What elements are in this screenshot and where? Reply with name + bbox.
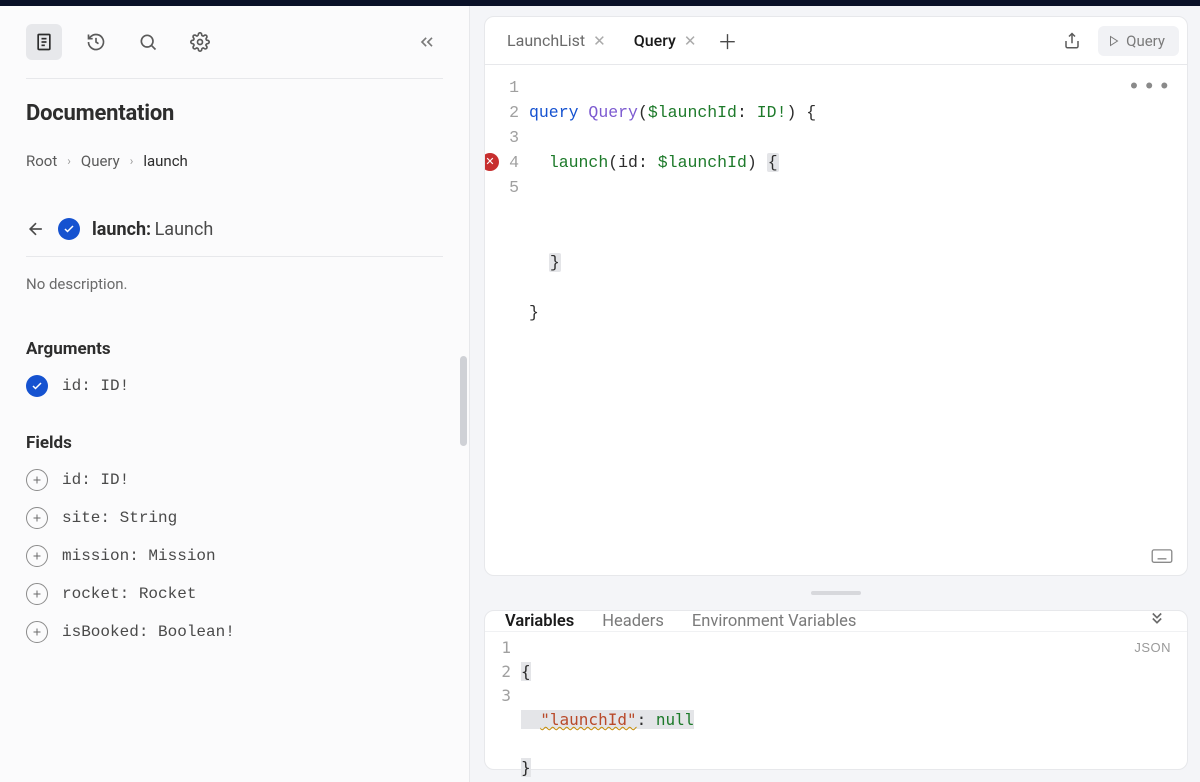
back-arrow-icon[interactable] — [26, 219, 46, 239]
code-content[interactable]: query Query($launchId: ID!) { launch(id:… — [529, 75, 1187, 575]
plus-circle-icon[interactable] — [26, 583, 48, 605]
chevron-down-icon[interactable] — [1147, 611, 1167, 631]
format-tag: JSON — [1134, 636, 1171, 660]
plus-circle-icon[interactable] — [26, 469, 48, 491]
share-icon[interactable] — [1056, 25, 1088, 57]
fields-heading: Fields — [26, 433, 443, 453]
field-signature: site: String — [62, 509, 177, 527]
fields-list: id: ID! site: String mission: Mission ro… — [26, 469, 443, 643]
plus-circle-icon[interactable] — [26, 545, 48, 567]
doc-icon[interactable] — [26, 24, 62, 60]
main-area: LaunchList ✕ Query ✕ ＋ — [470, 6, 1200, 782]
variables-pane: Variables Headers Environment Variables … — [484, 610, 1188, 770]
breadcrumb: Root › Query › launch — [26, 140, 443, 188]
add-tab-button[interactable]: ＋ — [710, 24, 744, 58]
tab-query[interactable]: Query ✕ — [620, 17, 711, 64]
vars-tabs: Variables Headers Environment Variables — [485, 611, 1187, 631]
run-button-label: Query — [1126, 32, 1165, 50]
chevron-right-icon: › — [67, 154, 71, 168]
docs-sidebar: Documentation Root › Query › launch — [0, 6, 470, 782]
breadcrumb-item[interactable]: Root — [26, 152, 57, 170]
tab-headers[interactable]: Headers — [602, 612, 664, 631]
plus-circle-icon[interactable] — [26, 621, 48, 643]
field-heading: launch: Launch — [26, 188, 443, 257]
query-editor-pane: LaunchList ✕ Query ✕ ＋ — [484, 16, 1188, 576]
docs-title: Documentation — [26, 101, 443, 126]
sidebar-scrollbar[interactable] — [460, 356, 467, 446]
sidebar-toolbar — [26, 24, 443, 79]
variables-editor[interactable]: JSON 123 { "launchId": null } — [485, 631, 1187, 782]
field-row[interactable]: rocket: Rocket — [26, 583, 443, 605]
argument-row[interactable]: id: ID! — [26, 375, 443, 397]
keyboard-icon[interactable] — [1151, 549, 1173, 565]
collapse-sidebar-icon[interactable] — [411, 26, 443, 58]
breadcrumb-item[interactable]: Query — [81, 152, 120, 170]
run-query-button[interactable]: Query — [1098, 26, 1179, 56]
tab-variables[interactable]: Variables — [505, 612, 574, 631]
field-row[interactable]: isBooked: Boolean! — [26, 621, 443, 643]
editor-tabs: LaunchList ✕ Query ✕ ＋ — [485, 17, 1187, 65]
tab-env-vars[interactable]: Environment Variables — [692, 612, 857, 631]
field-signature: isBooked: Boolean! — [62, 623, 235, 641]
field-row[interactable]: id: ID! — [26, 469, 443, 491]
query-editor[interactable]: ••• 1 2 3 4 ✕ 5 query Query($launchId: I… — [485, 65, 1187, 575]
field-signature: rocket: Rocket — [62, 585, 196, 603]
close-icon[interactable]: ✕ — [684, 32, 697, 50]
line-gutter: 1 2 3 4 ✕ 5 — [485, 75, 529, 575]
close-icon[interactable]: ✕ — [593, 32, 606, 50]
tab-label: Query — [634, 31, 676, 50]
history-icon[interactable] — [78, 24, 114, 60]
vars-code[interactable]: { "launchId": null } — [521, 636, 1187, 782]
pane-splitter[interactable] — [484, 590, 1188, 596]
arguments-list: id: ID! — [26, 375, 443, 397]
field-type[interactable]: Launch — [155, 219, 214, 240]
arguments-heading: Arguments — [26, 339, 443, 359]
play-icon — [1108, 35, 1120, 47]
no-description-text: No description. — [26, 257, 443, 303]
field-name: launch: — [92, 219, 151, 240]
chevron-right-icon: › — [130, 154, 134, 168]
search-icon[interactable] — [130, 24, 166, 60]
tab-launchlist[interactable]: LaunchList ✕ — [493, 17, 620, 64]
field-row[interactable]: site: String — [26, 507, 443, 529]
error-marker-icon[interactable]: ✕ — [484, 153, 499, 171]
more-icon[interactable]: ••• — [1127, 75, 1173, 100]
plus-circle-icon[interactable] — [26, 507, 48, 529]
gear-icon[interactable] — [182, 24, 218, 60]
check-circle-icon[interactable] — [58, 218, 80, 240]
argument-signature: id: ID! — [62, 377, 129, 395]
field-row[interactable]: mission: Mission — [26, 545, 443, 567]
vars-gutter: 123 — [485, 636, 521, 782]
tab-label: LaunchList — [507, 31, 585, 50]
field-signature: mission: Mission — [62, 547, 216, 565]
check-circle-icon[interactable] — [26, 375, 48, 397]
field-signature: id: ID! — [62, 471, 129, 489]
breadcrumb-current: launch — [143, 152, 187, 170]
